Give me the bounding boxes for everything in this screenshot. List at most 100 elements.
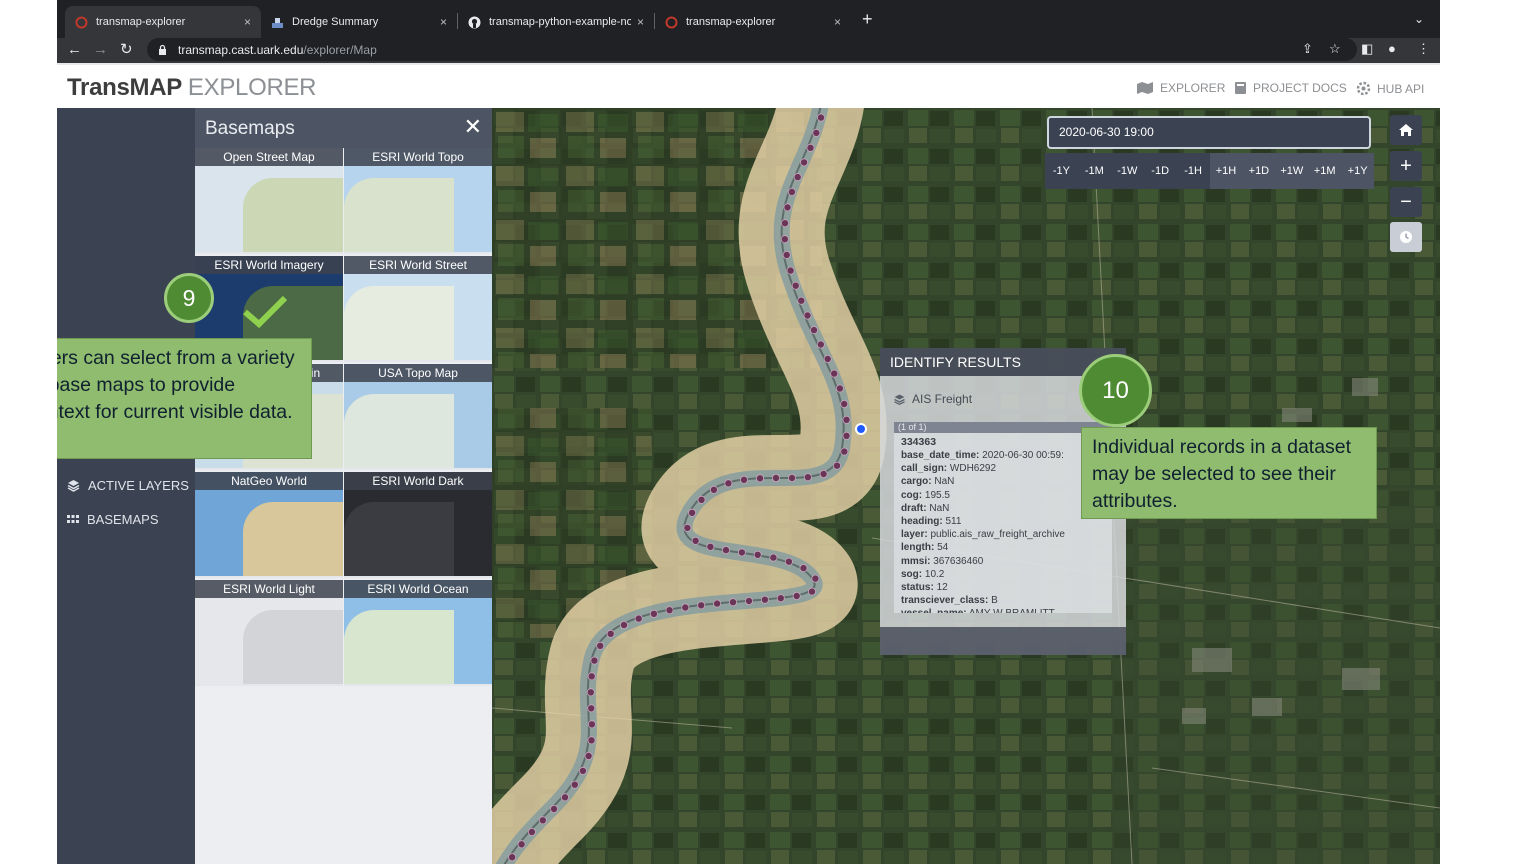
side-panel-icon[interactable]: ◧ xyxy=(1361,41,1373,57)
nav-hub-api[interactable]: HUB API xyxy=(1356,81,1424,96)
ais-point[interactable] xyxy=(786,266,795,275)
menu-dots-icon[interactable]: ⋮ xyxy=(1417,41,1430,57)
ais-point[interactable] xyxy=(688,508,697,517)
profile-icon[interactable]: ● xyxy=(1388,41,1396,56)
ais-point[interactable] xyxy=(665,606,674,615)
ais-point[interactable] xyxy=(578,766,587,775)
ais-point[interactable] xyxy=(792,591,801,600)
ais-point[interactable] xyxy=(517,840,526,849)
ais-point[interactable] xyxy=(586,688,595,697)
app-logo[interactable]: TransMAP EXPLORER xyxy=(67,74,317,102)
datetime-input[interactable]: 2020-06-30 19:00 xyxy=(1047,116,1371,149)
ais-point[interactable] xyxy=(809,326,818,335)
ais-point[interactable] xyxy=(787,473,796,482)
ais-point[interactable] xyxy=(691,536,700,545)
sidebar-item-basemaps[interactable]: BASEMAPS xyxy=(67,512,159,527)
time-step-button[interactable]: -1H xyxy=(1176,153,1210,189)
identify-record[interactable]: 334363 base_date_time: 2020-06-30 00:59:… xyxy=(894,433,1112,613)
basemap-option[interactable]: ESRI World Light xyxy=(195,580,343,686)
ais-point[interactable] xyxy=(649,609,658,618)
browser-tab-github[interactable]: transmap-python-example-no × xyxy=(458,6,654,38)
ais-point[interactable] xyxy=(697,495,706,504)
ais-point[interactable] xyxy=(803,473,812,482)
ais-point[interactable] xyxy=(819,469,828,478)
ais-point[interactable] xyxy=(587,720,596,729)
time-step-button[interactable]: +1M xyxy=(1308,153,1342,189)
ais-point[interactable] xyxy=(561,793,570,802)
time-step-button[interactable]: -1M xyxy=(1077,153,1111,189)
ais-point[interactable] xyxy=(681,603,690,612)
zoom-in-button[interactable]: + xyxy=(1390,151,1422,181)
ais-point[interactable] xyxy=(587,736,596,745)
ais-point[interactable] xyxy=(596,641,605,650)
ais-point[interactable] xyxy=(783,203,792,212)
back-arrow-icon[interactable]: ← xyxy=(67,41,82,59)
ais-point[interactable] xyxy=(706,542,715,551)
ais-point[interactable] xyxy=(784,557,793,566)
ais-point[interactable] xyxy=(835,384,844,393)
basemap-option[interactable]: NatGeo World xyxy=(195,472,343,578)
ais-point[interactable] xyxy=(739,475,748,484)
ais-point[interactable] xyxy=(527,828,536,837)
ais-point[interactable] xyxy=(619,621,628,630)
time-button[interactable] xyxy=(1390,222,1422,252)
time-step-button[interactable]: -1D xyxy=(1143,153,1177,189)
ais-point[interactable] xyxy=(816,113,825,122)
ais-point[interactable] xyxy=(760,595,769,604)
share-icon[interactable]: ⇪ xyxy=(1302,41,1313,57)
ais-point[interactable] xyxy=(840,399,849,408)
time-step-button[interactable]: -1W xyxy=(1110,153,1144,189)
time-step-button[interactable]: +1D xyxy=(1242,153,1276,189)
ais-point[interactable] xyxy=(724,479,733,488)
tab-close-icon[interactable]: × xyxy=(440,15,447,29)
ais-point[interactable] xyxy=(840,447,849,456)
browser-tab-transmap-explorer-2[interactable]: transmap-explorer × xyxy=(655,6,851,38)
new-tab-button[interactable]: + xyxy=(862,10,873,28)
browser-tab-dredge-summary[interactable]: Dredge Summary × xyxy=(261,6,457,38)
tab-close-icon[interactable]: × xyxy=(637,15,644,29)
ais-point[interactable] xyxy=(769,553,778,562)
basemap-option[interactable]: ESRI World Dark xyxy=(344,472,492,578)
ais-point[interactable] xyxy=(842,431,851,440)
forward-arrow-icon[interactable]: → xyxy=(93,41,108,59)
ais-point[interactable] xyxy=(538,816,547,825)
ais-point[interactable] xyxy=(709,485,718,494)
ais-point[interactable] xyxy=(806,143,815,152)
ais-point[interactable] xyxy=(744,596,753,605)
ais-point[interactable] xyxy=(697,601,706,610)
identify-layer[interactable]: AIS Freight xyxy=(894,392,972,406)
ais-point[interactable] xyxy=(780,219,789,228)
ais-point[interactable] xyxy=(683,523,692,532)
ais-point[interactable] xyxy=(803,311,812,320)
ais-point[interactable] xyxy=(811,574,820,583)
ais-point[interactable] xyxy=(799,564,808,573)
basemap-option[interactable]: ESRI World Topo xyxy=(344,148,492,254)
ais-point[interactable] xyxy=(780,235,789,244)
ais-point[interactable] xyxy=(587,672,596,681)
tab-search-chevron-icon[interactable]: ⌄ xyxy=(1414,12,1424,26)
basemap-option[interactable]: ESRI World Ocean xyxy=(344,580,492,686)
ais-point[interactable] xyxy=(606,629,615,638)
home-button[interactable] xyxy=(1390,115,1422,145)
reload-icon[interactable]: ↻ xyxy=(120,41,133,59)
ais-point[interactable] xyxy=(713,599,722,608)
ais-point[interactable] xyxy=(737,548,746,557)
close-icon[interactable]: ✕ xyxy=(464,116,482,138)
ais-point[interactable] xyxy=(771,473,780,482)
ais-point[interactable] xyxy=(584,752,593,761)
time-step-button[interactable]: -1Y xyxy=(1045,153,1078,189)
ais-point[interactable] xyxy=(787,188,796,197)
ais-point[interactable] xyxy=(812,128,821,137)
ais-point[interactable] xyxy=(832,461,841,470)
tab-close-icon[interactable]: × xyxy=(834,15,841,29)
ais-point[interactable] xyxy=(776,594,785,603)
nav-explorer[interactable]: EXPLORER xyxy=(1136,81,1225,95)
ais-point[interactable] xyxy=(508,853,517,862)
ais-point[interactable] xyxy=(728,598,737,607)
ais-point[interactable] xyxy=(753,550,762,559)
ais-point[interactable] xyxy=(791,281,800,290)
ais-point[interactable] xyxy=(842,415,851,424)
ais-point[interactable] xyxy=(570,780,579,789)
time-step-button[interactable]: +1W xyxy=(1275,153,1309,189)
basemap-option[interactable]: ESRI World Street xyxy=(344,256,492,362)
